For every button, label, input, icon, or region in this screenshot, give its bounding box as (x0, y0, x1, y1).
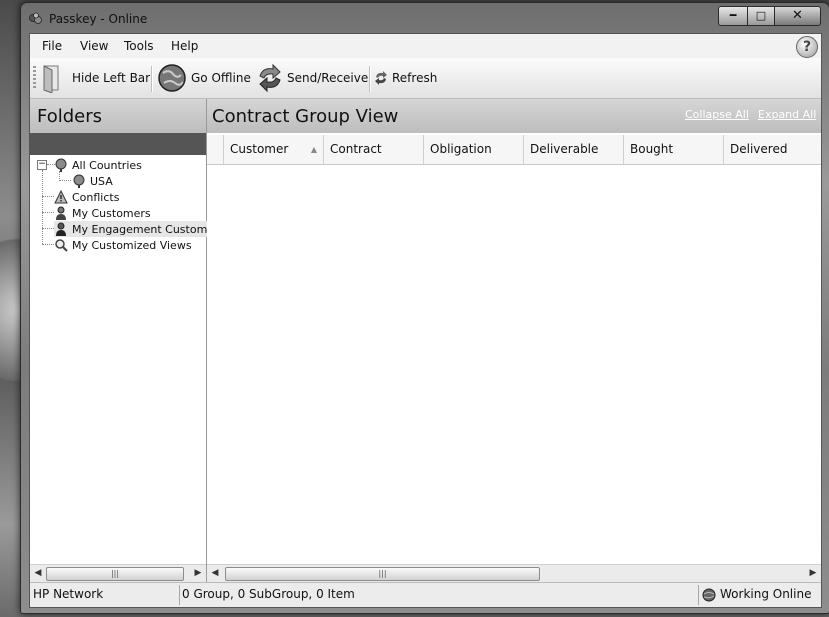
status-network: HP Network (33, 587, 104, 601)
tree-item-label: Conflicts (72, 190, 120, 204)
window-title: Passkey - Online (49, 12, 148, 26)
tree-item-usa[interactable]: USA (72, 173, 113, 189)
globe-offline-icon (158, 64, 186, 92)
toolbar-grip[interactable] (33, 66, 36, 90)
column-label: Delivered (730, 142, 788, 156)
menu-bar: File View Tools Help ? (30, 34, 821, 58)
folders-panel: Folders − All Countries USA Conflicts My… (30, 99, 226, 582)
close-button[interactable]: ✕ (774, 6, 821, 26)
close-icon: ✕ (792, 8, 803, 23)
column-label: Customer (230, 142, 289, 156)
status-bar: HP Network 0 Group, 0 SubGroup, 0 Item W… (30, 582, 821, 607)
send-receive-label: Send/Receive (287, 71, 369, 85)
grid-header: Customer ▲ Contract Obligation Deliverab… (207, 135, 821, 165)
collapse-all-link[interactable]: Collapse All (685, 108, 749, 121)
go-offline-button[interactable]: Go Offline (157, 62, 251, 94)
tree-item-label: USA (90, 174, 113, 188)
globe-icon (55, 158, 67, 172)
view-header: Contract Group View Collapse All Expand … (207, 99, 821, 133)
column-label: Contract (330, 142, 382, 156)
menu-view[interactable]: View (80, 39, 108, 53)
tree-item-all-countries[interactable]: All Countries (54, 157, 142, 173)
column-header-customer[interactable]: Customer ▲ (223, 135, 323, 164)
tree-item-conflicts[interactable]: Conflicts (54, 189, 119, 205)
magnifier-icon (55, 239, 68, 252)
scroll-right-arrow-icon[interactable]: ▶ (806, 566, 820, 580)
person-icon (56, 206, 66, 220)
scroll-thumb[interactable]: ||| (225, 567, 540, 581)
hide-left-bar-label: Hide Left Bar (72, 71, 151, 85)
hide-left-bar-icon (43, 65, 59, 93)
view-title: Contract Group View (212, 106, 399, 127)
menu-help[interactable]: Help (171, 39, 198, 53)
toolbar-separator (369, 66, 371, 92)
menu-tools[interactable]: Tools (124, 39, 154, 53)
folders-header: Folders (30, 99, 206, 133)
online-globe-icon (702, 588, 716, 602)
column-header-deliverable[interactable]: Deliverable (523, 135, 623, 164)
grid-header-spacer (207, 135, 223, 164)
menu-file[interactable]: File (42, 39, 62, 53)
maximize-icon: □ (755, 9, 767, 22)
toolbar: Hide Left Bar Go Offline Send/Receive Re… (30, 58, 821, 99)
contract-group-view-panel: Contract Group View Collapse All Expand … (207, 99, 821, 582)
status-divider (698, 585, 699, 605)
minimize-button[interactable]: ━ (718, 6, 748, 26)
go-offline-label: Go Offline (191, 71, 251, 85)
tree-item-label: My Engagement Customers (72, 222, 225, 236)
tree-line (42, 244, 54, 245)
status-divider (179, 585, 180, 605)
column-header-bought[interactable]: Bought (623, 135, 723, 164)
tree-line (42, 170, 43, 244)
tree-line (42, 196, 54, 197)
tree-item-my-customized-views[interactable]: My Customized Views (54, 237, 192, 253)
globe-icon (73, 174, 85, 188)
status-summary: 0 Group, 0 SubGroup, 0 Item (182, 587, 355, 601)
status-connection: Working Online (720, 587, 812, 601)
tree-item-label: My Customized Views (72, 238, 192, 252)
window-client-area: File View Tools Help ? Hide Left Bar Go … (29, 33, 822, 608)
tree-collapse-toggle[interactable]: − (37, 160, 47, 170)
title-bar[interactable]: Passkey - Online ━ □ ✕ (21, 3, 829, 33)
column-label: Obligation (430, 142, 492, 156)
tree-line (42, 228, 54, 229)
tree-item-my-engagement-customers[interactable]: My Engagement Customers (54, 221, 226, 237)
person-icon (56, 222, 66, 236)
folders-horizontal-scrollbar[interactable]: ◀ ||| ▶ (30, 564, 206, 582)
column-label: Deliverable (530, 142, 599, 156)
hide-left-bar-button[interactable]: Hide Left Bar (40, 62, 150, 94)
scroll-left-arrow-icon[interactable]: ◀ (208, 566, 222, 580)
refresh-button[interactable]: Refresh (374, 62, 437, 94)
tree-item-label: My Customers (72, 206, 151, 220)
refresh-label: Refresh (392, 71, 438, 85)
help-icon[interactable]: ? (796, 36, 818, 58)
scroll-thumb[interactable]: ||| (46, 567, 184, 581)
tree-item-my-customers[interactable]: My Customers (54, 205, 151, 221)
column-header-obligation[interactable]: Obligation (423, 135, 523, 164)
column-header-delivered[interactable]: Delivered (723, 135, 821, 164)
app-window: Passkey - Online ━ □ ✕ File View Tools H… (20, 2, 829, 614)
tree-line (42, 212, 54, 213)
send-receive-icon (259, 63, 281, 93)
maximize-button[interactable]: □ (747, 6, 775, 26)
toolbar-separator (151, 66, 153, 92)
folders-subheader-bar (30, 133, 206, 155)
warning-icon (54, 190, 68, 204)
send-receive-button[interactable]: Send/Receive (257, 62, 368, 94)
folder-tree: − All Countries USA Conflicts My Custome… (30, 157, 226, 562)
folders-title: Folders (37, 106, 103, 127)
app-logo-icon (29, 12, 42, 24)
grid-horizontal-scrollbar[interactable]: ◀ ||| ▶ (207, 564, 821, 582)
minimize-icon: ━ (729, 9, 737, 22)
column-label: Bought (630, 142, 674, 156)
scroll-left-arrow-icon[interactable]: ◀ (31, 566, 45, 580)
column-header-contract[interactable]: Contract (323, 135, 423, 164)
sort-ascending-icon: ▲ (310, 145, 317, 154)
refresh-icon (375, 71, 387, 85)
expand-all-link[interactable]: Expand All (758, 108, 816, 121)
grid-body[interactable] (207, 165, 821, 564)
scroll-right-arrow-icon[interactable]: ▶ (191, 566, 205, 580)
tree-item-label: All Countries (72, 158, 142, 172)
tree-line (59, 180, 71, 181)
